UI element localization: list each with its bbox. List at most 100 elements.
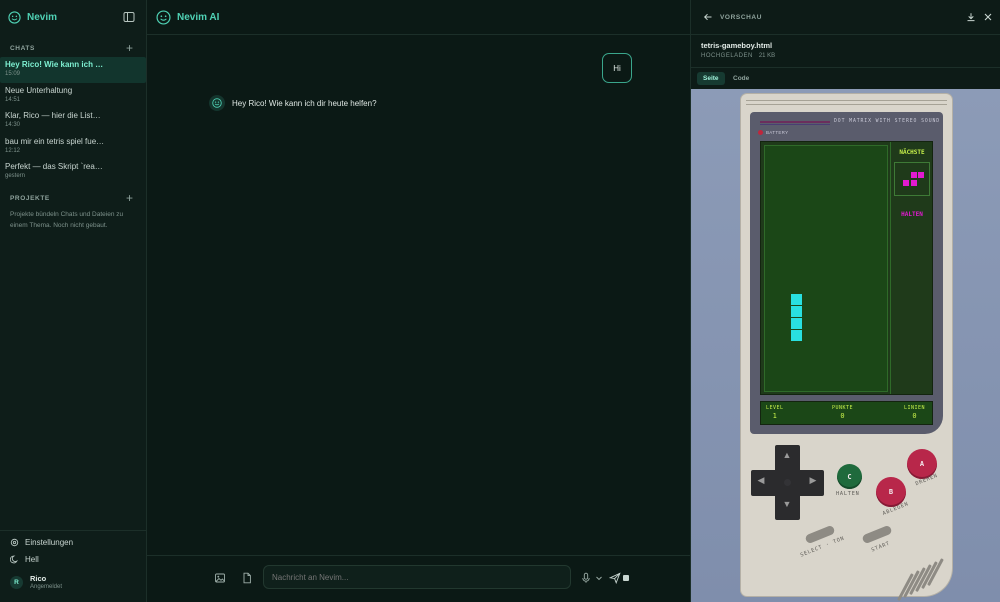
user-message-bubble: Hi <box>602 53 632 83</box>
send-icon[interactable] <box>609 572 621 584</box>
sidebar: Nevim CHATS + Hey Rico! Wie kann ich … 1… <box>0 0 147 602</box>
falling-block <box>791 306 802 317</box>
score-stat: PUNKTE 0 <box>832 405 853 420</box>
chat-title: Klar, Rico — hier die List… <box>5 111 101 120</box>
screen-bezel: DOT MATRIX WITH STEREO SOUND BATTERY NÄC… <box>750 112 943 434</box>
user-name: Rico <box>30 574 47 583</box>
avatar: R <box>10 575 23 589</box>
gear-icon <box>10 538 19 547</box>
chat-title: Neue Unterhaltung <box>5 85 73 95</box>
chat-item[interactable]: Perfekt — das Skript `rea… gestern <box>0 159 147 185</box>
dpad-up-icon[interactable]: ▲ <box>782 450 792 460</box>
battery-label: BATTERY <box>766 130 789 135</box>
file-attach-icon[interactable] <box>241 572 253 584</box>
chat-time: 12:12 <box>5 147 21 154</box>
assistant-message: Hey Rico! Wie kann ich dir heute helfen? <box>209 95 377 111</box>
moon-icon <box>10 555 18 564</box>
back-arrow-icon[interactable] <box>703 12 713 22</box>
stop-icon[interactable] <box>623 575 629 581</box>
bezel-stripe <box>760 121 830 123</box>
chats-heading: CHATS <box>10 45 35 52</box>
bezel-stripe <box>760 124 830 125</box>
falling-block <box>791 330 802 341</box>
button-c[interactable]: C <box>837 464 862 489</box>
user-status: Angemeldet <box>30 584 63 590</box>
brand-name: Nevim <box>27 12 58 23</box>
new-project-plus-icon[interactable]: + <box>124 192 135 204</box>
chat-item[interactable]: bau mir ein tetris spiel fue… 12:12 <box>0 134 147 160</box>
chat-item[interactable]: Neue Unterhaltung 14:51 <box>0 83 147 109</box>
gameboy-device: DOT MATRIX WITH STEREO SOUND BATTERY NÄC… <box>741 94 952 601</box>
new-chat-plus-icon[interactable]: + <box>124 42 135 54</box>
tab-code[interactable]: Code <box>727 72 755 85</box>
score-bar: LEVEL 1 PUNKTE 0 LINIEN 0 <box>760 401 933 425</box>
dpad-center <box>784 479 791 486</box>
next-piece-block <box>903 180 909 186</box>
settings-label: Einstellungen <box>25 538 74 547</box>
smiley-logo-icon <box>156 10 171 25</box>
preview-header: VORSCHAU <box>691 0 1000 35</box>
chat-title: Perfekt — das Skript `rea… <box>5 162 103 171</box>
close-icon[interactable] <box>983 12 993 22</box>
score-label: PUNKTE <box>832 405 854 411</box>
download-icon[interactable] <box>966 12 976 22</box>
preview-canvas: DOT MATRIX WITH STEREO SOUND BATTERY NÄC… <box>691 89 1000 602</box>
chat-header: Nevim AI <box>147 0 690 35</box>
smiley-logo-icon <box>212 98 222 108</box>
hold-piece-label: HALTEN <box>901 211 923 218</box>
smiley-logo-icon <box>8 11 21 24</box>
chat-header-brand: Nevim AI <box>156 10 219 25</box>
settings-button[interactable]: Einstellungen <box>10 538 73 547</box>
sidebar-divider <box>0 530 147 531</box>
next-piece-block <box>918 172 924 178</box>
chat-item[interactable]: Klar, Rico — hier die List… 14:30 <box>0 108 147 134</box>
image-upload-icon[interactable] <box>214 572 226 584</box>
level-stat: LEVEL 1 <box>766 405 784 420</box>
dpad-down-icon[interactable]: ▼ <box>782 499 792 509</box>
next-piece-block <box>911 172 917 178</box>
dpad-right-icon[interactable]: ▶ <box>808 475 818 486</box>
microphone-icon[interactable] <box>580 572 592 584</box>
stereo-text: DOT MATRIX WITH STEREO SOUND <box>834 119 941 124</box>
chevron-down-icon[interactable] <box>595 573 603 583</box>
start-label: START <box>870 540 892 554</box>
lcd-screen: NÄCHSTE HALTEN <box>760 141 933 395</box>
level-value: 1 <box>772 412 777 420</box>
file-status-tag: HOCHGELADEN <box>701 53 753 59</box>
message-input[interactable] <box>263 565 571 589</box>
chat-area: Nevim AI Hi Hey Rico! Wie kann ich dir h… <box>147 0 690 602</box>
next-piece-label: NÄCHSTE <box>899 149 925 156</box>
theme-toggle-button[interactable]: Hell <box>10 555 39 564</box>
chat-item[interactable]: Hey Rico! Wie kann ich … 15:09 <box>0 57 146 83</box>
sidebar-toggle-icon[interactable] <box>123 11 135 23</box>
chat-time: 15:09 <box>5 71 21 77</box>
preview-tabs: Seite Code <box>691 67 1000 88</box>
assistant-message-text: Hey Rico! Wie kann ich dir heute helfen? <box>232 98 377 108</box>
chat-title: Nevim AI <box>177 12 220 23</box>
chat-title: bau mir ein tetris spiel fue… <box>5 136 105 146</box>
falling-block <box>791 318 802 329</box>
dpad-left-icon[interactable]: ◀ <box>756 475 766 486</box>
chat-time: 14:30 <box>5 122 21 128</box>
tab-page[interactable]: Seite <box>697 72 725 85</box>
chat-time: 14:51 <box>5 96 21 103</box>
projects-description: Projekte bündeln Chats und Dateien zu ei… <box>10 211 124 229</box>
projects-heading: PROJEKTE <box>10 195 50 202</box>
tetris-playfield[interactable] <box>764 145 888 392</box>
file-size: 21 KB <box>758 53 776 59</box>
button-c-label: HALTEN <box>836 491 860 497</box>
user-profile[interactable]: R Rico Angemeldet <box>10 574 62 590</box>
preview-label: VORSCHAU <box>720 14 762 21</box>
gameboy-top-grill <box>746 100 947 105</box>
lines-stat: LINIEN 0 <box>904 405 925 420</box>
brand[interactable]: Nevim <box>8 11 57 24</box>
chat-time: gestern <box>5 173 26 179</box>
chat-title: Hey Rico! Wie kann ich … <box>5 60 104 69</box>
next-piece-block <box>911 180 917 186</box>
chat-list: Hey Rico! Wie kann ich … 15:09 Neue Unte… <box>0 57 147 185</box>
lines-value: 0 <box>912 412 917 420</box>
falling-block <box>791 294 802 305</box>
level-label: LEVEL <box>766 405 784 411</box>
tetris-side-panel: NÄCHSTE HALTEN <box>890 142 932 394</box>
file-name: tetris-gameboy.html <box>701 41 773 50</box>
